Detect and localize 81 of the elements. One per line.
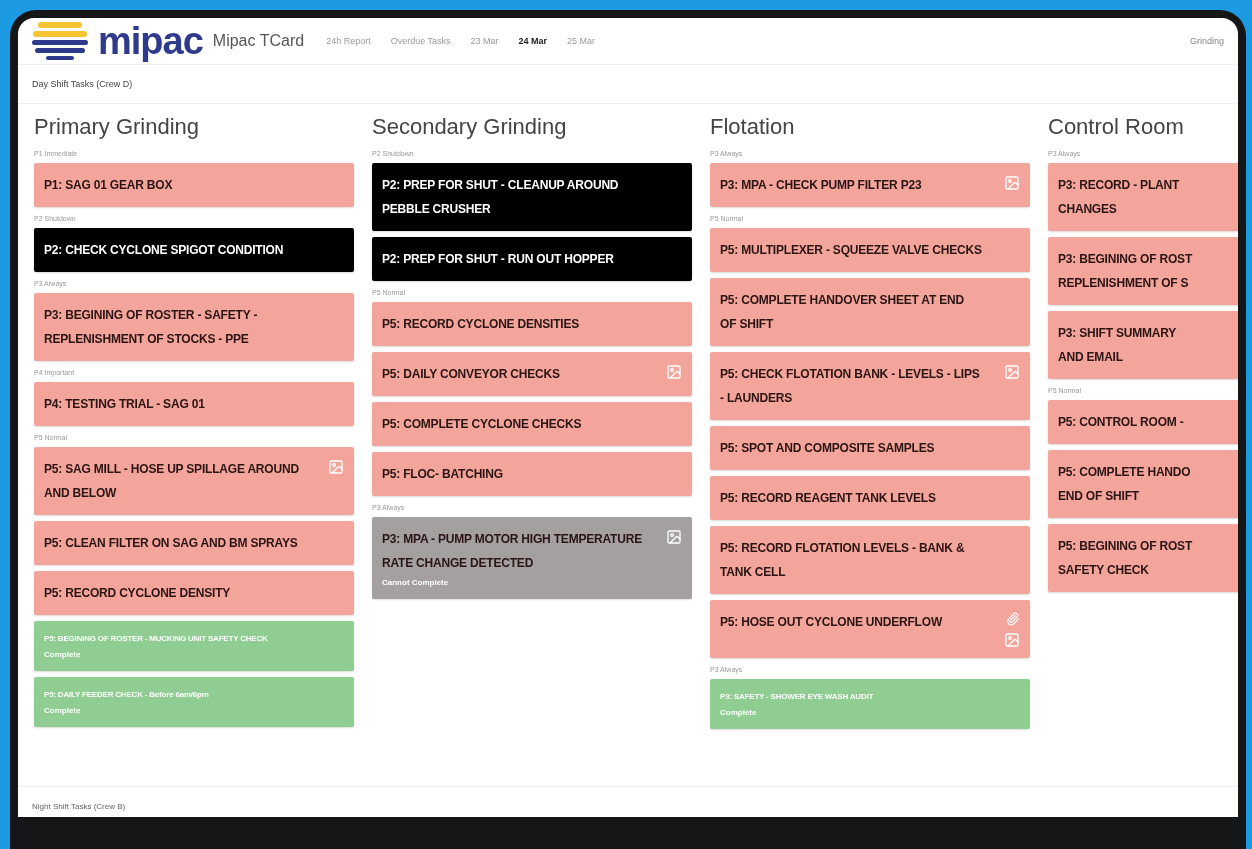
task-title: P5: SPOT AND COMPOSITE SAMPLES <box>720 440 936 457</box>
task-card[interactable]: P5: RECORD REAGENT TANK LEVELS <box>710 476 1030 520</box>
task-title: P5: RECORD CYCLONE DENSITIES <box>382 316 581 333</box>
image-icon <box>328 459 344 475</box>
image-icon <box>1004 175 1020 191</box>
task-card[interactable]: P2: PREP FOR SHUT - CLEANUP AROUND PEBBLE CRUSHER <box>372 163 692 231</box>
task-card[interactable]: P3: SHIFT SUMMARY AND EMAIL <box>1048 311 1238 379</box>
task-card[interactable]: P3: BEGINING OF ROST REPLENISHMENT OF S <box>1048 237 1238 305</box>
task-status: Complete <box>44 705 82 717</box>
task-card[interactable]: P5: RECORD FLOTATION LEVELS - BANK & TANK CELL <box>710 526 1030 594</box>
task-title: P5: DAILY CONVEYOR CHECKS <box>382 366 561 383</box>
task-title: P5: COMPLETE HANDOVER SHEET AT END OF SHIFT <box>720 292 965 333</box>
task-title: P5: SAG MILL - HOSE UP SPILLAGE AROUND AND BELOW <box>44 461 300 502</box>
task-title: P3: MPA - PUMP MOTOR HIGH TEMPERATURE RATE CHANGE DETECTED <box>382 531 643 572</box>
task-title: P5: BEGINING OF ROST SAFETY CHECK <box>1058 538 1194 579</box>
image-icon <box>666 364 682 380</box>
shift-title: Day Shift Tasks (Crew D) <box>32 79 133 89</box>
task-title: P5: CLEAN FILTER ON SAG AND BM SPRAYS <box>44 535 299 552</box>
task-card[interactable]: P5: BEGINING OF ROST SAFETY CHECK <box>1048 524 1238 592</box>
task-title: P5: BEGINING OF ROSTER - MUCKING UNIT SAFETY CHECK <box>44 633 269 645</box>
area-label: Grinding <box>1189 36 1224 46</box>
task-status: Complete <box>44 649 82 661</box>
task-card[interactable]: P3: BEGINING OF ROSTER - SAFETY - REPLENISHMENT OF STOCKS - PPE <box>34 293 354 361</box>
task-card[interactable]: P5: RECORD CYCLONE DENSITY <box>34 571 354 615</box>
task-title: P3: SHIFT SUMMARY AND EMAIL <box>1058 325 1178 366</box>
task-card[interactable]: P5: CONTROL ROOM - <box>1048 400 1238 444</box>
task-card[interactable]: P5: MULTIPLEXER - SQUEEZE VALVE CHECKS <box>710 228 1030 272</box>
task-title: P3: SAFETY - SHOWER EYE WASH AUDIT <box>720 691 875 703</box>
column-title: Flotation <box>710 114 796 140</box>
task-title: P5: FLOC- BATCHING <box>382 466 504 483</box>
task-card[interactable]: P5: COMPLETE HANDOVER SHEET AT END OF SHIFT <box>710 278 1030 346</box>
column-title: Secondary Grinding <box>372 114 568 140</box>
task-card[interactable]: P5: COMPLETE CYCLONE CHECKS <box>372 402 692 446</box>
task-title: P3: RECORD - PLANT CHANGES <box>1058 177 1181 218</box>
task-card[interactable]: P3: MPA - CHECK PUMP FILTER P23 <box>710 163 1030 207</box>
task-title: P5: RECORD CYCLONE DENSITY <box>44 585 232 602</box>
task-card[interactable]: P5: COMPLETE HANDO END OF SHIFT <box>1048 450 1238 518</box>
column-title: Control Room <box>1048 114 1185 140</box>
task-card[interactable]: P5: CHECK FLOTATION BANK - LEVELS - LIPS - LAUNDERS <box>710 352 1030 420</box>
task-title: P5: RECORD FLOTATION LEVELS - BANK & TANK CELL <box>720 540 966 581</box>
task-title: P1: SAG 01 GEAR BOX <box>44 177 174 194</box>
brand-name: mipac <box>98 19 203 63</box>
task-title: P2: CHECK CYCLONE SPIGOT CONDITION <box>44 242 285 259</box>
app-title: Mipac TCard <box>212 32 305 50</box>
task-title: P2: PREP FOR SHUT - RUN OUT HOPPER <box>382 251 615 268</box>
image-icon <box>1004 632 1020 648</box>
task-card[interactable]: P3: RECORD - PLANT CHANGES <box>1048 163 1238 231</box>
task-title: P5: CHECK FLOTATION BANK - LEVELS - LIPS - LAUNDERS <box>720 366 981 407</box>
task-title: P5: DAILY FEEDER CHECK - Before 6am/6pm <box>44 689 210 701</box>
task-title: P5: COMPLETE HANDO END OF SHIFT <box>1058 464 1192 505</box>
task-card[interactable]: P5: SPOT AND COMPOSITE SAMPLES <box>710 426 1030 470</box>
task-title: P5: MULTIPLEXER - SQUEEZE VALVE CHECKS <box>720 242 982 259</box>
task-title: P3: BEGINING OF ROST REPLENISHMENT OF S <box>1058 251 1194 292</box>
task-card[interactable]: P5: DAILY CONVEYOR CHECKS <box>372 352 692 396</box>
task-title: P5: HOSE OUT CYCLONE UNDERFLOW <box>720 614 944 631</box>
nav-link[interactable]: 24 Mar <box>518 36 548 46</box>
task-card[interactable]: P2: CHECK CYCLONE SPIGOT CONDITION <box>34 228 354 272</box>
task-title: P2: PREP FOR SHUT - CLEANUP AROUND PEBBLE CRUSHER <box>382 177 620 218</box>
task-card[interactable]: P1: SAG 01 GEAR BOX <box>34 163 354 207</box>
image-icon <box>666 529 682 545</box>
task-card[interactable]: P4: TESTING TRIAL - SAG 01 <box>34 382 354 426</box>
logo-icon <box>32 20 88 62</box>
task-card[interactable]: P5: SAG MILL - HOSE UP SPILLAGE AROUND AND BELOW <box>34 447 354 515</box>
task-status: Complete <box>720 707 758 719</box>
task-title: P3: MPA - CHECK PUMP FILTER P23 <box>720 177 923 194</box>
task-status: Cannot Complete <box>382 577 450 589</box>
task-title: P5: COMPLETE CYCLONE CHECKS <box>382 416 583 433</box>
column-title: Primary Grinding <box>34 114 201 140</box>
task-card[interactable]: P5: CLEAN FILTER ON SAG AND BM SPRAYS <box>34 521 354 565</box>
task-title: P4: TESTING TRIAL - SAG 01 <box>44 396 206 413</box>
task-card[interactable]: P5: RECORD CYCLONE DENSITIES <box>372 302 692 346</box>
shift-title: Night Shift Tasks (Crew B) <box>32 802 126 811</box>
task-title: P5: RECORD REAGENT TANK LEVELS <box>720 490 937 507</box>
task-card[interactable]: P2: PREP FOR SHUT - RUN OUT HOPPER <box>372 237 692 281</box>
task-title: P3: BEGINING OF ROSTER - SAFETY - REPLENISHMENT OF STOCKS - PPE <box>44 307 259 348</box>
task-title: P5: CONTROL ROOM - <box>1058 414 1185 431</box>
task-card[interactable]: P5: HOSE OUT CYCLONE UNDERFLOW <box>710 600 1030 658</box>
task-card[interactable]: P5: FLOC- BATCHING <box>372 452 692 496</box>
image-icon <box>1004 364 1020 380</box>
task-card[interactable]: P3: MPA - PUMP MOTOR HIGH TEMPERATURE RATE CHANGE DETECTED Cannot Complete <box>372 517 692 599</box>
paperclip-icon <box>1006 612 1020 626</box>
